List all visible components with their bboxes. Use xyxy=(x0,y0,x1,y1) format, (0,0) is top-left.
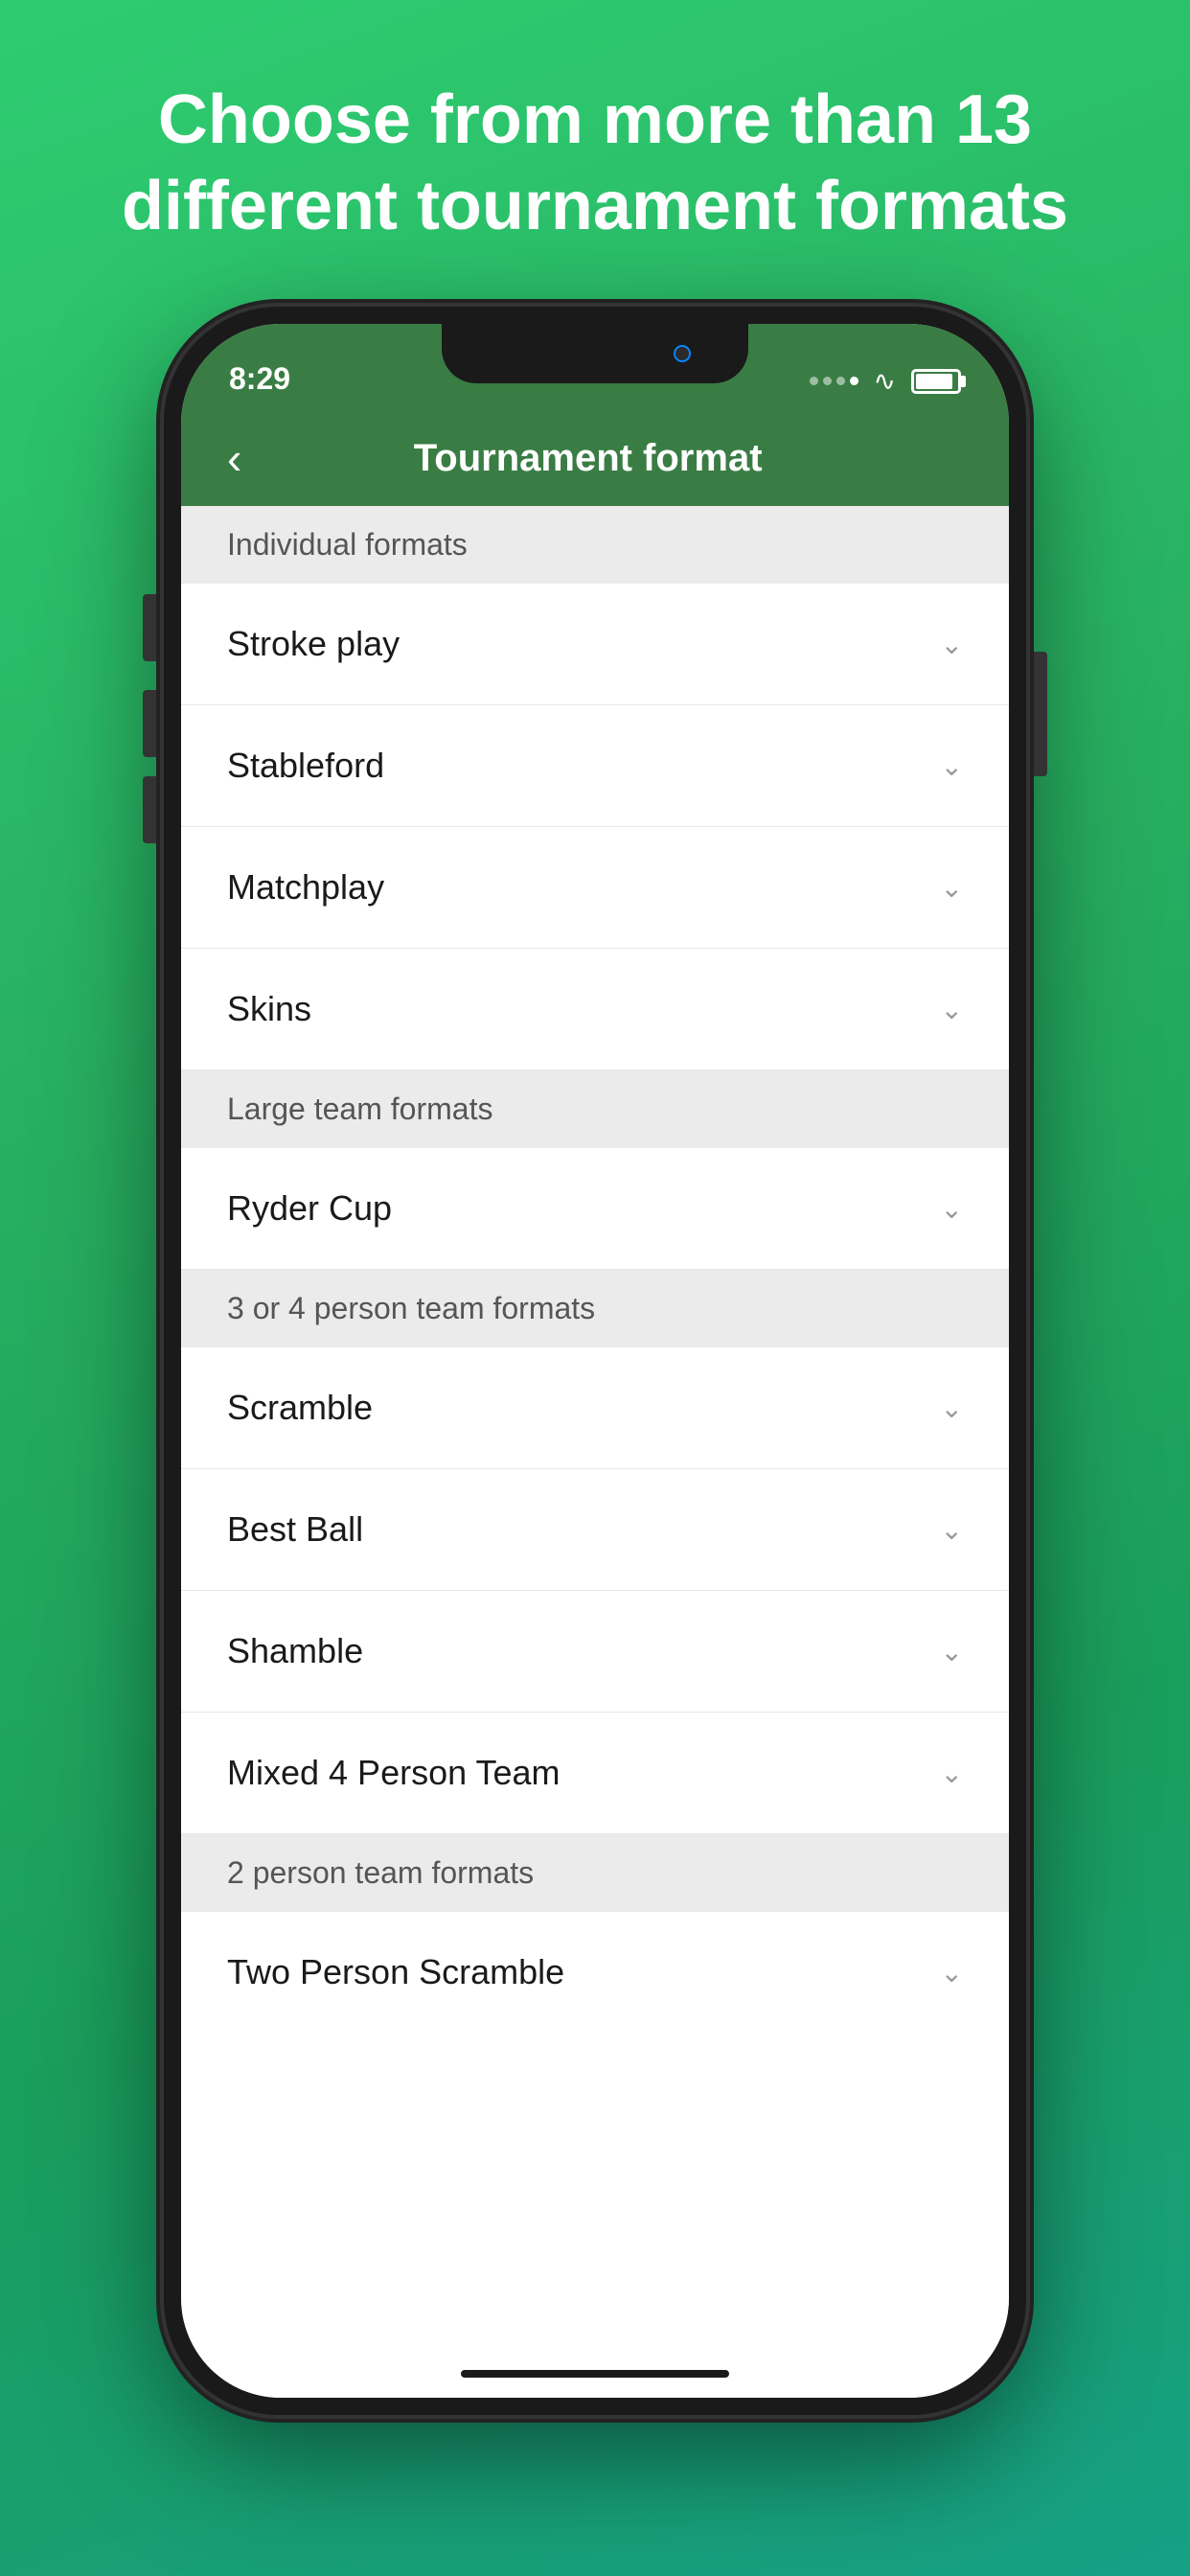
chevron-down-icon: ⌄ xyxy=(941,629,963,660)
phone-shell: 8:29 ∿ ‹ Tournament format Individual fo… xyxy=(164,307,1026,2415)
list-item-label: Skins xyxy=(227,989,311,1029)
section-header-2: 3 or 4 person team formats xyxy=(181,1270,1009,1347)
list-item[interactable]: Skins ⌄ xyxy=(181,949,1009,1070)
back-button[interactable]: ‹ xyxy=(227,432,241,484)
list-item-label: Mixed 4 Person Team xyxy=(227,1753,561,1793)
content-area: Individual formatsStroke play⌄Stableford… xyxy=(181,506,1009,2350)
list-item[interactable]: Ryder Cup ⌄ xyxy=(181,1148,1009,1270)
page-headline: Choose from more than 13 different tourn… xyxy=(0,0,1190,307)
nav-bar: ‹ Tournament format xyxy=(181,410,1009,506)
home-bar xyxy=(461,2370,729,2378)
front-camera xyxy=(674,345,691,362)
chevron-down-icon: ⌄ xyxy=(941,1758,963,1789)
list-item-label: Shamble xyxy=(227,1631,363,1671)
list-item[interactable]: Mixed 4 Person Team ⌄ xyxy=(181,1713,1009,1834)
list-item-label: Ryder Cup xyxy=(227,1188,392,1229)
list-item[interactable]: Shamble ⌄ xyxy=(181,1591,1009,1713)
chevron-down-icon: ⌄ xyxy=(941,1957,963,1989)
list-item-label: Matchplay xyxy=(227,867,384,908)
list-item[interactable]: Two Person Scramble ⌄ xyxy=(181,1912,1009,2033)
status-time: 8:29 xyxy=(229,361,290,397)
chevron-down-icon: ⌄ xyxy=(941,1193,963,1225)
list-item-label: Scramble xyxy=(227,1388,373,1428)
chevron-down-icon: ⌄ xyxy=(941,750,963,782)
section-header-1: Large team formats xyxy=(181,1070,1009,1148)
nav-title: Tournament format xyxy=(270,437,905,480)
home-indicator xyxy=(181,2350,1009,2398)
list-item[interactable]: Best Ball ⌄ xyxy=(181,1469,1009,1591)
battery-icon xyxy=(911,369,961,394)
section-header-3: 2 person team formats xyxy=(181,1834,1009,1912)
list-item[interactable]: Matchplay ⌄ xyxy=(181,827,1009,949)
signal-icon xyxy=(810,377,858,385)
list-item-label: Stroke play xyxy=(227,624,400,664)
notch xyxy=(442,324,748,383)
chevron-down-icon: ⌄ xyxy=(941,1636,963,1668)
chevron-down-icon: ⌄ xyxy=(941,872,963,904)
list-item[interactable]: Scramble ⌄ xyxy=(181,1347,1009,1469)
section-header-0: Individual formats xyxy=(181,506,1009,584)
phone-screen: 8:29 ∿ ‹ Tournament format Individual fo… xyxy=(181,324,1009,2398)
chevron-down-icon: ⌄ xyxy=(941,1392,963,1424)
list-item[interactable]: Stroke play ⌄ xyxy=(181,584,1009,705)
list-item-label: Stableford xyxy=(227,746,384,786)
list-item-label: Best Ball xyxy=(227,1509,363,1550)
chevron-down-icon: ⌄ xyxy=(941,1514,963,1546)
wifi-icon: ∿ xyxy=(874,365,896,397)
status-right-icons: ∿ xyxy=(810,365,961,397)
chevron-down-icon: ⌄ xyxy=(941,994,963,1025)
list-item-label: Two Person Scramble xyxy=(227,1952,564,1992)
list-item[interactable]: Stableford ⌄ xyxy=(181,705,1009,827)
